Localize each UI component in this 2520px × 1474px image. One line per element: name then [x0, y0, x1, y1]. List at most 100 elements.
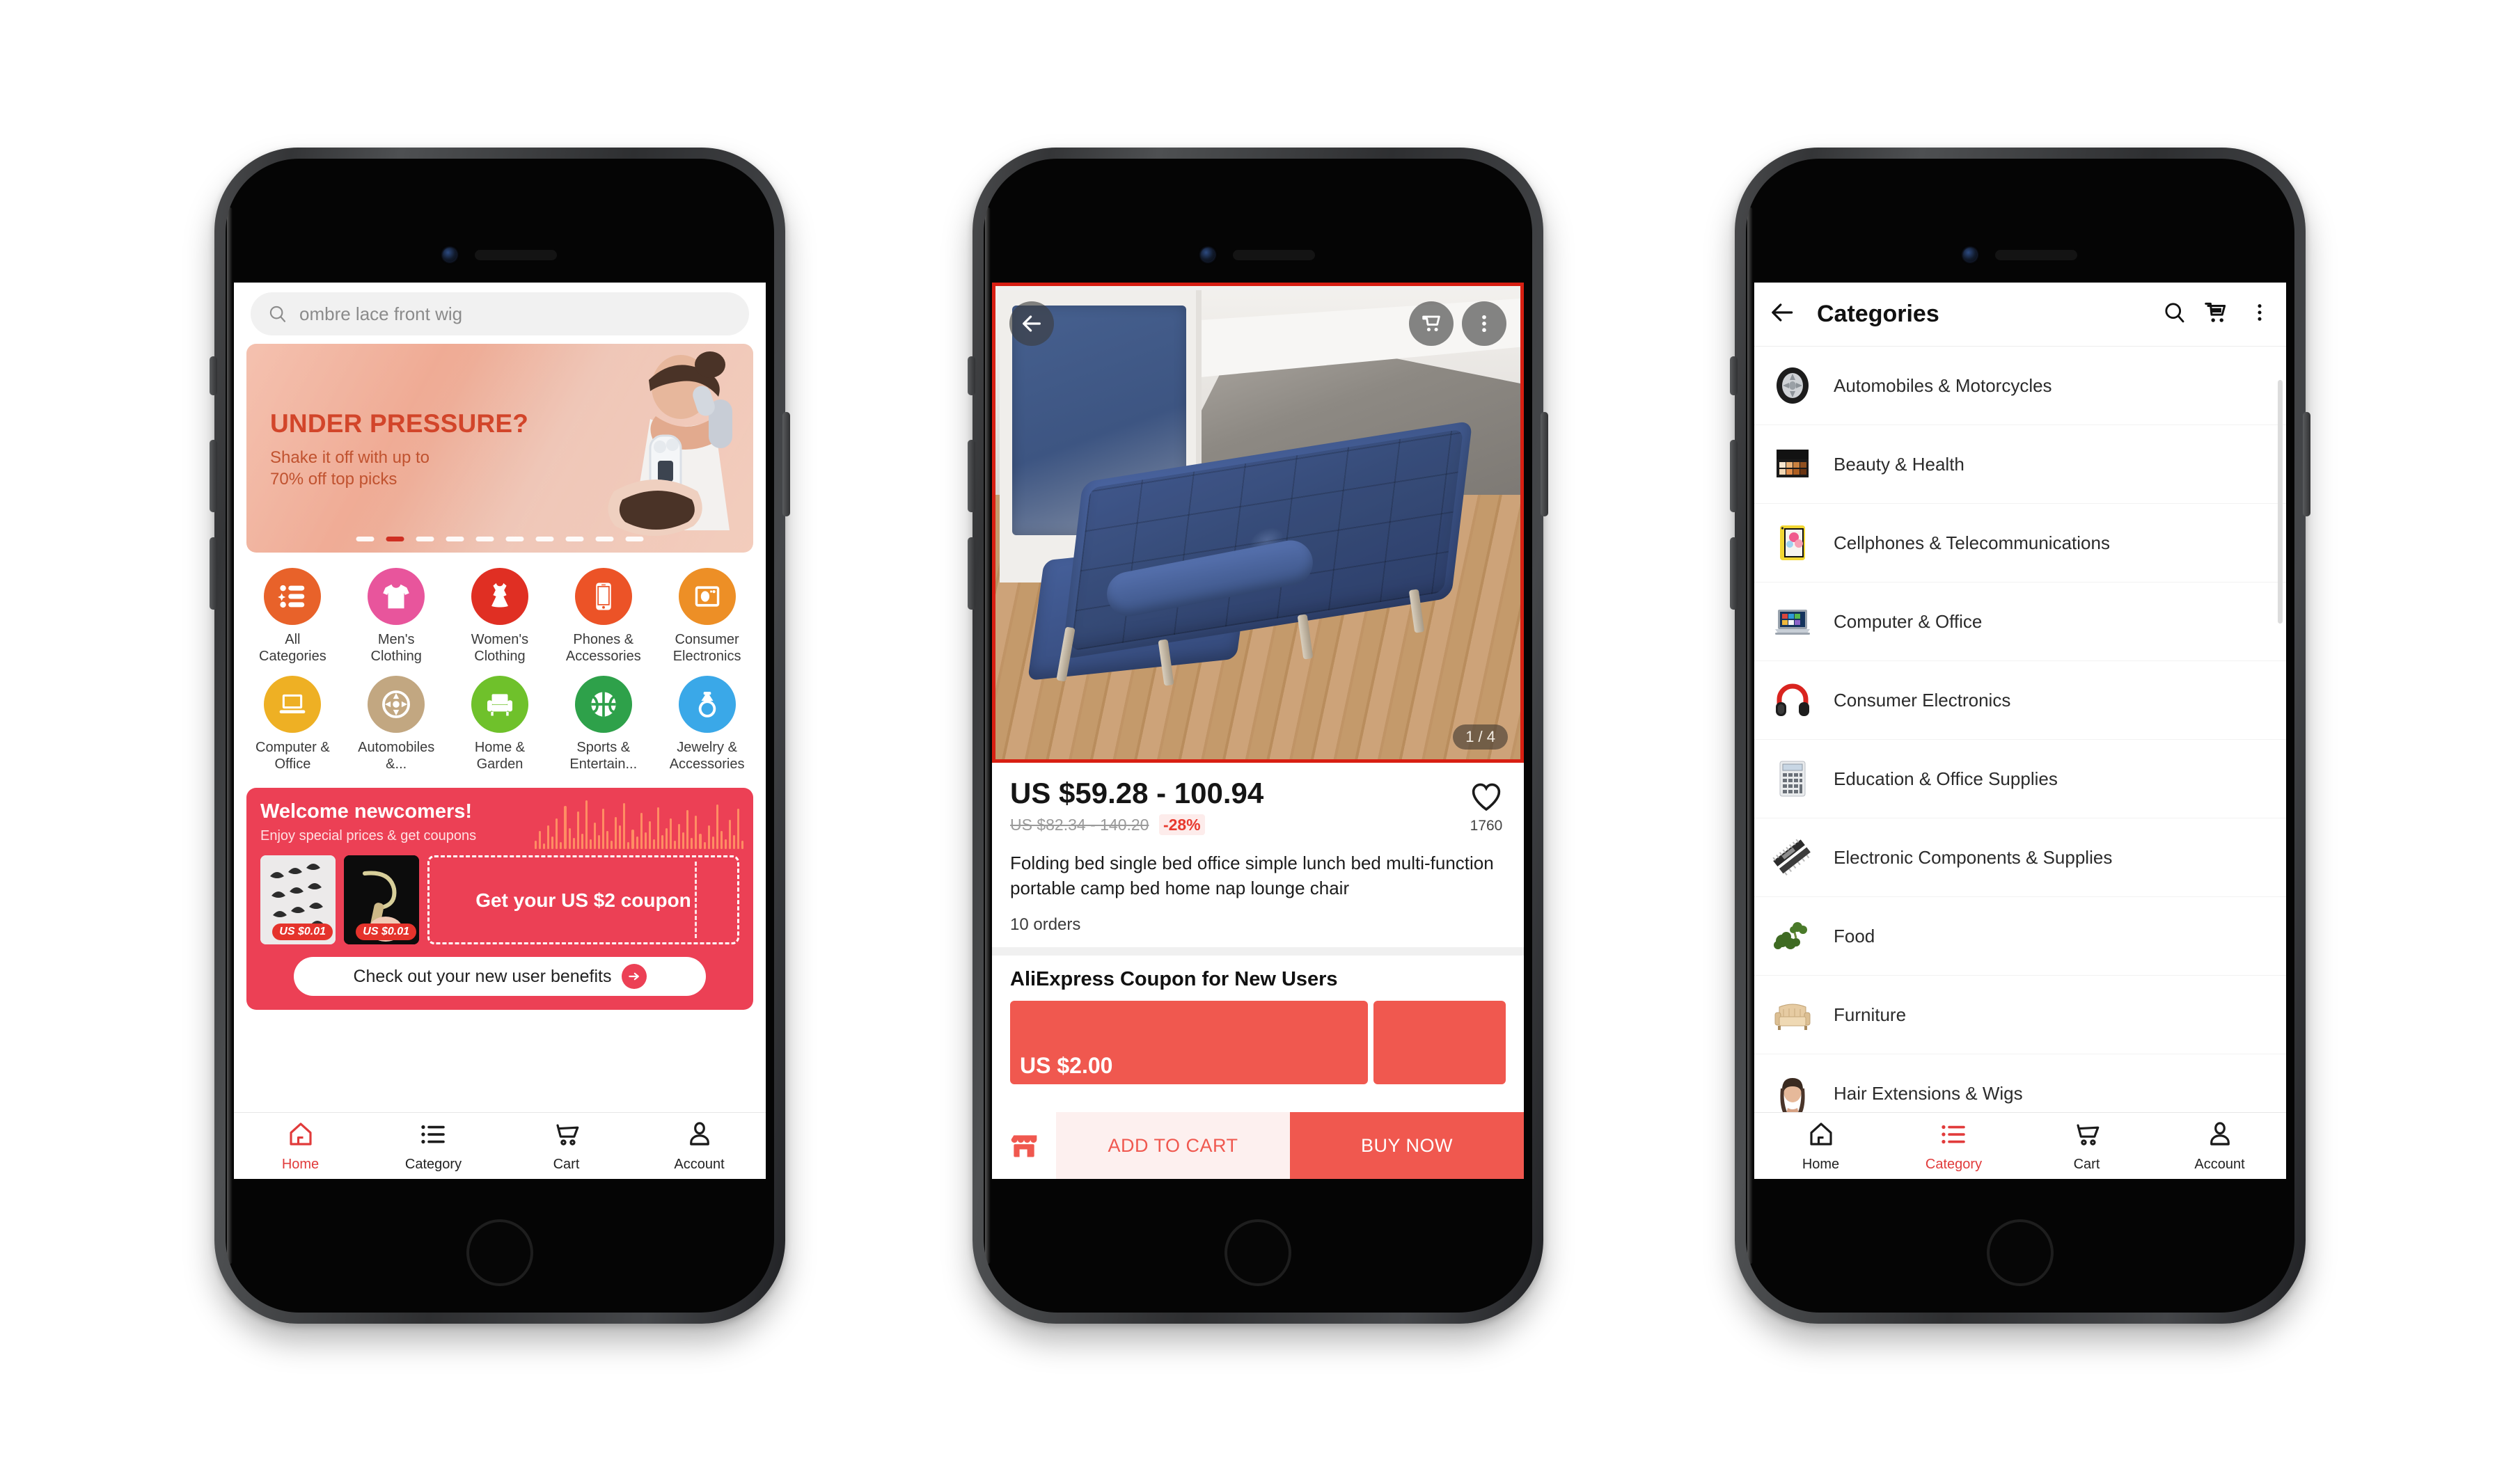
nav-item-account[interactable]: Account [2153, 1120, 2286, 1173]
phone1-mute-switch[interactable] [210, 356, 217, 395]
section-divider [992, 946, 1524, 956]
category-list-item-label: Furniture [1834, 1004, 1907, 1025]
add-to-cart-button[interactable]: ADD TO CART [1056, 1112, 1290, 1179]
buy-now-button[interactable]: BUY NOW [1290, 1112, 1524, 1179]
phone2-power-button[interactable] [1541, 412, 1548, 516]
category-list-item-label: Electronic Components & Supplies [1834, 846, 2113, 868]
waveform-bar [572, 838, 575, 850]
phone2-home-button[interactable] [1224, 1219, 1291, 1286]
quick-category-10[interactable]: Jewelry & Accessories [655, 676, 759, 772]
category-list-item[interactable]: Food [1754, 897, 2286, 976]
category-list-item[interactable]: Education & Office Supplies [1754, 740, 2286, 818]
quick-category-9[interactable]: Sports & Entertain... [551, 676, 655, 772]
phone2-volume-up-button[interactable] [968, 440, 975, 512]
category-list-item[interactable]: Cellphones & Telecommunications [1754, 504, 2286, 583]
search-input[interactable]: ombre lace front wig [251, 292, 749, 335]
nav-item-account[interactable]: Account [633, 1120, 766, 1173]
nav-item-category[interactable]: Category [1887, 1120, 2020, 1173]
back-button[interactable] [1770, 299, 1796, 329]
category-list-item[interactable]: Computer & Office [1754, 583, 2286, 661]
phone2-mute-switch[interactable] [968, 356, 975, 395]
quick-category-8[interactable]: Home & Garden [448, 676, 552, 772]
quick-category-3[interactable]: Women's Clothing [448, 568, 552, 665]
coupon-section[interactable]: AliExpress Coupon for New Users US $2.00 [992, 955, 1524, 1084]
hero-dot[interactable] [446, 537, 464, 541]
product-image-gallery[interactable]: 1 / 4 [992, 283, 1524, 763]
hero-dot[interactable] [505, 537, 524, 541]
hero-dot[interactable] [416, 537, 434, 541]
waveform-bar [576, 811, 579, 850]
nav-item-home[interactable]: Home [234, 1120, 367, 1173]
mattress-tufting [1070, 429, 1464, 651]
quick-category-1[interactable]: All Categories [241, 568, 345, 665]
new-user-benefits-button[interactable]: Check out your new user benefits [294, 957, 706, 997]
label-line-2: Electronics [672, 648, 741, 664]
hero-dot[interactable] [595, 537, 614, 541]
phone3-power-button[interactable] [2303, 412, 2310, 516]
newcomer-promo-banner[interactable]: Welcome newcomers! Enjoy special prices … [246, 788, 753, 1011]
quick-category-5[interactable]: Consumer Electronics [655, 568, 759, 665]
category-list-item[interactable]: Consumer Electronics [1754, 661, 2286, 740]
product-scroll-area[interactable]: 1 / 4 US $59.28 - 100.94 US $82.34 - 140… [992, 283, 1524, 1179]
hero-dot[interactable] [386, 537, 404, 541]
home-scroll-area[interactable]: ombre lace front wig UNDER PRESSURE? Sha… [234, 283, 766, 1112]
hero-dot[interactable] [625, 537, 644, 541]
front-camera-icon [1963, 248, 1977, 262]
categories-list[interactable]: Automobiles & Motorcycles Beauty & Health… [1754, 347, 2286, 1112]
phone2-volume-down-button[interactable] [968, 537, 975, 610]
phone3-volume-up-button[interactable] [1730, 440, 1738, 512]
phone1-home-button[interactable] [466, 1219, 533, 1286]
category-list-item[interactable]: Furniture [1754, 976, 2286, 1054]
nav-item-label: Cart [2073, 1156, 2100, 1172]
phone3-volume-down-button[interactable] [1730, 537, 1738, 610]
cart-button[interactable] [2203, 299, 2229, 329]
nav-item-home[interactable]: Home [1754, 1120, 1887, 1173]
category-list-item[interactable]: Beauty & Health [1754, 425, 2286, 504]
search-bar-container: ombre lace front wig [234, 283, 766, 344]
phone3-mute-switch[interactable] [1730, 356, 1738, 395]
category-list-item[interactable]: Automobiles & Motorcycles [1754, 347, 2286, 425]
nav-item-cart[interactable]: Cart [500, 1120, 633, 1173]
search-button[interactable] [2162, 300, 2187, 328]
arrow-right-icon [621, 964, 647, 990]
list-scrollbar[interactable] [2278, 380, 2283, 624]
price-block: US $59.28 - 100.94 US $82.34 - 140.20 -2… [992, 763, 1524, 840]
waveform-bar [682, 832, 685, 850]
quick-category-7[interactable]: Automobiles &... [345, 676, 448, 772]
hero-dot[interactable] [475, 537, 494, 541]
quick-category-2[interactable]: Men's Clothing [345, 568, 448, 665]
waveform-bar [585, 800, 588, 850]
nav-item-category[interactable]: Category [367, 1120, 500, 1173]
phone1-volume-up-button[interactable] [210, 440, 217, 512]
promo-coupon[interactable]: Get your US $2 coupon [427, 855, 739, 945]
waveform-bar [720, 831, 723, 850]
hero-dot[interactable] [535, 537, 554, 541]
label-line-2: Garden [476, 756, 523, 772]
quick-category-6[interactable]: Computer & Office [241, 676, 345, 772]
coupon-ticket-main[interactable]: US $2.00 [1010, 1000, 1368, 1084]
hero-dot[interactable] [565, 537, 584, 541]
heart-icon [1472, 783, 1501, 811]
hero-dot[interactable] [356, 537, 375, 541]
promo-product-card-2[interactable]: US $0.01 [344, 855, 419, 945]
favorite-button[interactable]: 1760 [1470, 781, 1503, 834]
promo-product-card-1[interactable]: US $0.01 [260, 855, 336, 945]
more-options-button[interactable] [1462, 301, 1506, 346]
phone1-volume-down-button[interactable] [210, 537, 217, 610]
hero-banner[interactable]: UNDER PRESSURE? Shake it off with up to … [246, 344, 753, 553]
category-list-item[interactable]: Electronic Components & Supplies [1754, 818, 2286, 897]
store-button[interactable] [992, 1112, 1056, 1179]
cart-button[interactable] [1409, 301, 1454, 346]
back-button[interactable] [1009, 301, 1054, 346]
category-list-item-label: Food [1834, 925, 1875, 946]
more-options-button[interactable] [2244, 301, 2271, 328]
nav-item-cart[interactable]: Cart [2020, 1120, 2153, 1173]
hero-pagination-dots[interactable] [356, 537, 644, 541]
cart-icon [1422, 315, 1440, 332]
quick-category-label: Home & Garden [475, 740, 525, 772]
category-list-item[interactable]: Hair Extensions & Wigs [1754, 1054, 2286, 1112]
phone1-power-button[interactable] [782, 412, 790, 516]
phone3-home-button[interactable] [1987, 1219, 2054, 1286]
coupon-ticket-secondary[interactable] [1373, 1000, 1506, 1084]
quick-category-4[interactable]: Phones & Accessories [551, 568, 655, 665]
